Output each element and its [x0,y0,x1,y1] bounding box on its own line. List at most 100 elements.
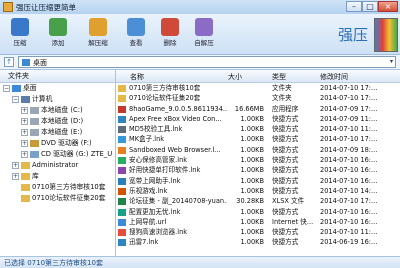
add-button[interactable]: 添加 [44,16,72,47]
tree-item[interactable]: 0710第三方待审核10套 [0,182,115,193]
tree-expander-icon[interactable]: + [12,172,19,180]
delete-label: 删除 [163,39,177,47]
tree-item[interactable]: + Administrator [0,160,115,171]
view-label: 查看 [129,39,143,47]
file-row[interactable]: 安心保修高管家.lnk 1.00KB 快捷方式 2014-07-10 16:... [116,155,400,165]
column-name[interactable]: 名称 [130,72,144,82]
file-row[interactable]: MK盒子.lnk 1.00KB 快捷方式 2014-07-10 17:... [116,134,400,144]
tree-item[interactable]: − 计算机 [0,94,115,105]
file-row[interactable]: 乐视游戏.lnk 1.00KB 快捷方式 2014-07-10 14:... [116,186,400,196]
file-name: 好用快捷单打印软件.lnk [129,166,201,175]
sfx-label: 自解压 [194,39,214,47]
file-size: 1.00KB [240,228,264,237]
column-size[interactable]: 大小 [228,72,242,82]
minimize-button[interactable]: – [346,1,362,12]
folder-icon [118,85,126,92]
file-type: 快捷方式 [272,176,299,185]
tree-expander-icon[interactable]: + [21,117,28,125]
file-row[interactable]: Sandboxed Web Browser.l... 1.00KB 快捷方式 2014… [116,145,400,155]
tree-item-label: 0710论坛软件征集20套 [32,194,106,202]
add-label: 添加 [51,39,65,47]
tree-item-label: 库 [32,172,39,180]
file-name: 论坛征集 - 副_20140708-yuan... [129,197,227,206]
view-button[interactable]: 查看 [122,16,150,47]
tree-item-label: 桌面 [23,84,37,92]
sfx-button[interactable]: 自解压 [190,16,218,47]
tree-expander-icon[interactable]: + [21,150,28,158]
file-row[interactable]: 好用快捷单打印软件.lnk 1.00KB 快捷方式 2014-07-10 16:... [116,165,400,175]
address-input[interactable]: 桌面 ▾ [18,56,396,68]
file-row[interactable]: Apex Free xBox Video Con... 1.00KB 快捷方式 201… [116,114,400,124]
tree-item-label: CD 驱动器 (G:) ZTE_U [41,150,113,158]
file-row[interactable]: 论坛征集 - 副_20140708-yuan... 30.28KB XLSX 文件 2… [116,196,400,206]
file-date: 2014-07-10 16:... [320,176,378,185]
tree-item[interactable]: + 库 [0,171,115,182]
file-type: 文件夹 [272,84,292,92]
compress-icon [11,18,29,36]
shortcut-icon [118,157,126,165]
window-title: 强压让压缩更简单 [16,3,76,12]
file-row[interactable]: 0710第三方待审核10套 文件夹 2014-07-10 17:... [116,83,400,93]
file-row[interactable]: 配置更加无忧.lnk 1.00KB 快捷方式 2014-07-10 16:... [116,207,400,217]
file-name: 0710论坛软件征集20套 [129,94,201,103]
tree-item[interactable]: + 本地磁盘 (E:) [0,127,115,138]
delete-icon [161,18,179,36]
dvd-icon [30,139,39,147]
file-row[interactable]: 搜狗高速浏览器.lnk 1.00KB 快捷方式 2014-07-10 11:... [116,227,400,237]
tree-expander-icon[interactable]: + [21,106,28,114]
file-date: 2014-07-10 17:... [320,135,378,144]
shortcut-icon [118,229,126,237]
tree-item[interactable]: + DVD 驱动器 (F:) [0,138,115,149]
tree-item-label: 本地磁盘 (C:) [41,106,83,114]
tree-expander-icon[interactable]: + [21,128,28,136]
tree-expander-icon[interactable]: − [3,84,10,92]
tree-expander-icon[interactable]: + [12,161,19,169]
tree-expander-icon[interactable]: + [21,139,28,147]
cd-icon [30,150,39,158]
file-size: 1.00KB [240,207,264,216]
add-icon [49,18,67,36]
file-list-header: 名称 大小 类型 修改时间 [116,70,400,83]
file-row[interactable]: MD5校验工具.lnk 1.00KB 快捷方式 2014-07-10 11:... [116,124,400,134]
extract-button[interactable]: 解压缩 [84,16,112,47]
compress-button[interactable]: 压缩 [6,16,34,47]
file-name: Sandboxed Web Browser.l... [129,145,221,154]
chevron-down-icon[interactable]: ▾ [390,58,393,65]
file-type: XLSX 文件 [272,197,305,206]
file-type: Internet 快... [272,217,314,226]
file-name: 0710第三方待审核10套 [129,84,201,92]
file-row[interactable]: 0710论坛软件征集20套 文件夹 2014-07-10 17:... [116,93,400,103]
file-name: 安心保修高管家.lnk [129,156,188,165]
column-modified[interactable]: 修改时间 [320,72,348,82]
view-icon [127,18,145,36]
tree-expander-icon[interactable]: − [12,95,19,103]
extract-label: 解压缩 [88,39,108,47]
file-date: 2014-07-10 16:... [320,217,378,226]
file-size: 1.00KB [240,125,264,134]
shortcut-icon [118,208,126,216]
folder-tree: − 桌面 − 计算机 + 本地磁盘 (C:) + 本地磁盘 (D:) + 本地磁盘 (E:) + DV… [0,83,115,204]
tree-item[interactable]: + CD 驱动器 (G:) ZTE_U [0,149,115,160]
tree-item-label: Administrator [32,161,79,169]
tree-item[interactable]: + 本地磁盘 (C:) [0,105,115,116]
file-date: 2014-07-09 18:... [320,145,378,154]
excel-icon [118,198,126,206]
desktop-icon [12,84,21,92]
file-size: 1.00KB [240,186,264,195]
file-row[interactable]: 8haoGame_9.0.0.5.8611934... 16.66MB 应用程序 20… [116,104,400,114]
computer-icon [21,95,30,103]
file-row[interactable]: 宽带上网助手.lnk 1.00KB 快捷方式 2014-07-10 16:... [116,176,400,186]
close-button[interactable]: × [378,1,398,12]
sfx-icon [195,18,213,36]
up-folder-button[interactable]: ↑ [4,57,14,67]
file-type: 快捷方式 [272,135,299,144]
column-type[interactable]: 类型 [272,72,286,82]
tree-item[interactable]: + 本地磁盘 (D:) [0,116,115,127]
maximize-button[interactable]: □ [362,1,378,12]
file-row[interactable]: 迅雷7.lnk 1.00KB 快捷方式 2014-06-19 16:... [116,237,400,247]
tree-item[interactable]: 0710论坛软件征集20套 [0,193,115,204]
drive-icon [30,117,39,125]
delete-button[interactable]: 删除 [156,16,184,47]
file-row[interactable]: 上网导航.url 1.00KB Internet 快... 2014-07-10 16… [116,217,400,227]
tree-item[interactable]: − 桌面 [0,83,115,94]
